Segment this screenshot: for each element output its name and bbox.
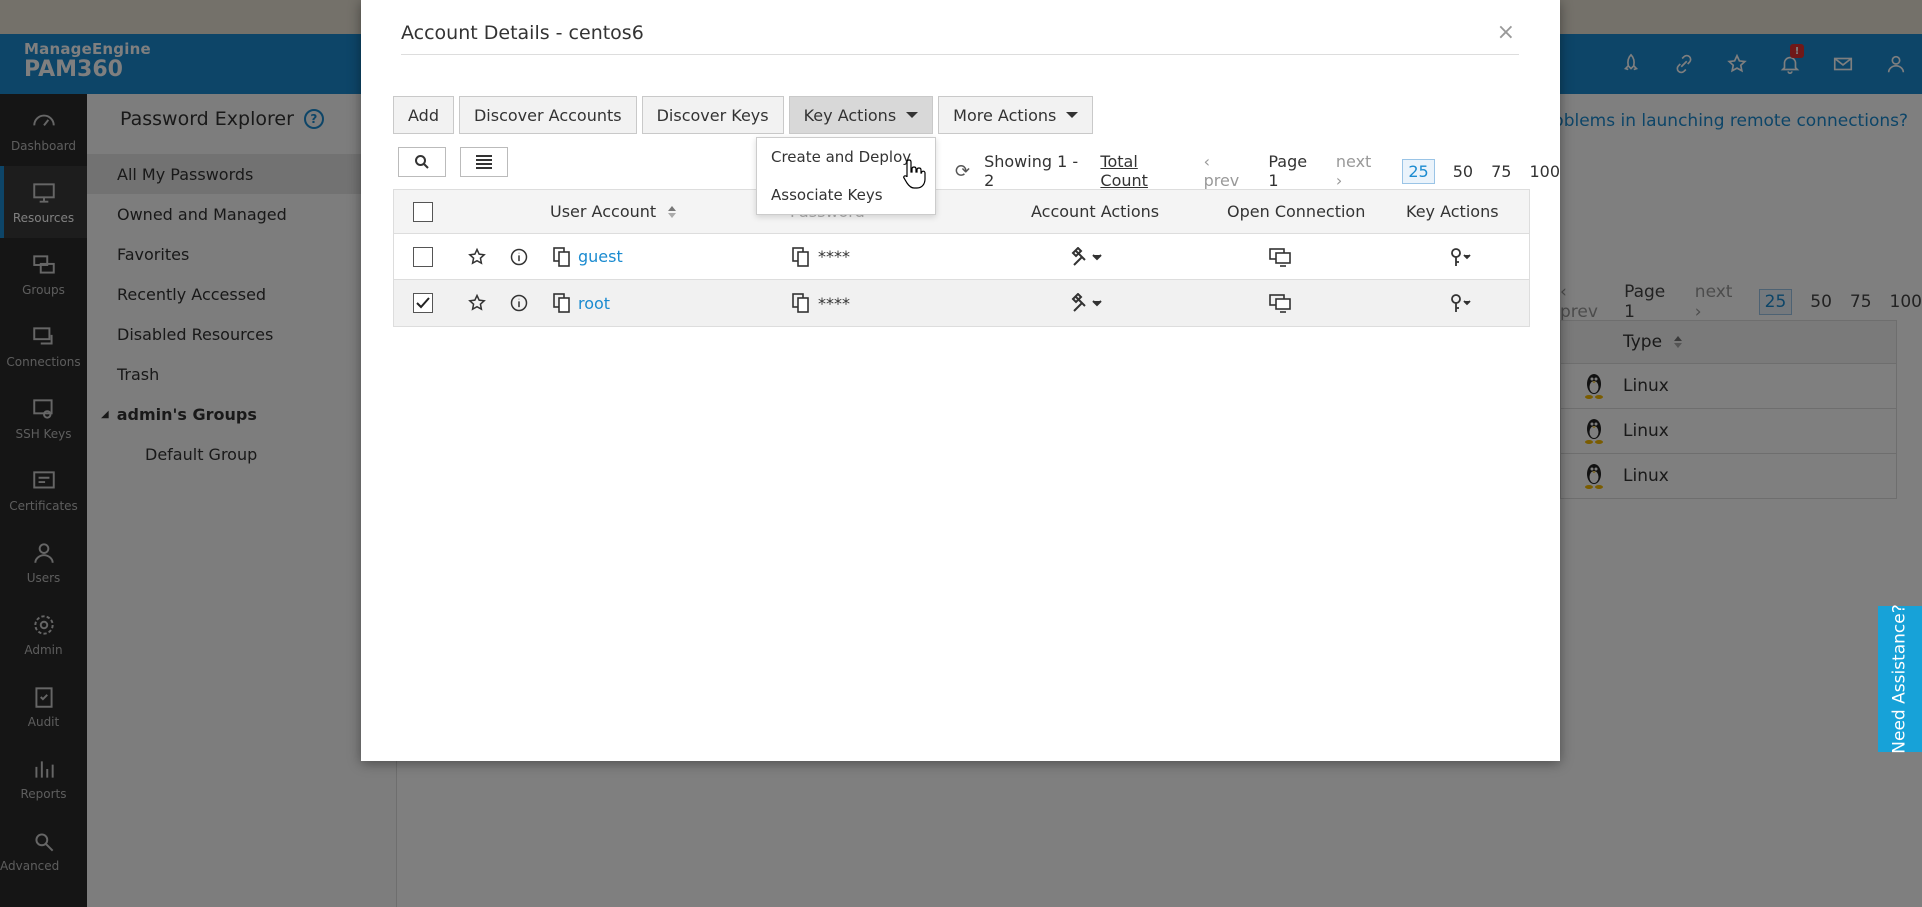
table-row: guest **** xyxy=(394,234,1529,280)
modal-pager: ⟳ Showing 1 - 2 Total Count ‹ prev Page … xyxy=(955,152,1560,190)
account-link-guest[interactable]: guest xyxy=(578,234,623,279)
key-actions-row-icon[interactable] xyxy=(1448,234,1474,279)
select-all-checkbox[interactable] xyxy=(413,201,433,222)
info-icon[interactable] xyxy=(509,280,529,326)
list-icon xyxy=(476,155,492,169)
account-actions-tools-icon[interactable] xyxy=(1071,280,1103,326)
page-size-50[interactable]: 50 xyxy=(1453,162,1473,181)
favorite-star-icon[interactable] xyxy=(467,280,487,326)
key-actions-button[interactable]: Key Actions xyxy=(788,96,934,134)
page-size-75[interactable]: 75 xyxy=(1491,162,1511,181)
need-assistance-label: Need Assistance? xyxy=(1890,604,1911,754)
modal-toolbar: Add Discover Accounts Discover Keys Key … xyxy=(393,96,1094,134)
table-header: User Account Password Account Actions Op… xyxy=(394,190,1529,234)
user-account-header[interactable]: User Account xyxy=(550,190,677,233)
column-chooser-button[interactable] xyxy=(460,147,508,177)
account-actions-tools-icon[interactable] xyxy=(1071,234,1103,279)
search-button[interactable] xyxy=(398,147,446,177)
copy-password-icon[interactable] xyxy=(792,280,810,326)
page-size-100[interactable]: 100 xyxy=(1529,162,1560,181)
discover-accounts-button[interactable]: Discover Accounts xyxy=(458,96,637,134)
next-link[interactable]: next › xyxy=(1336,152,1383,190)
account-link-root[interactable]: root xyxy=(578,280,610,326)
discover-keys-button[interactable]: Discover Keys xyxy=(641,96,784,134)
key-actions-header: Key Actions xyxy=(1406,202,1499,221)
need-assistance-tab[interactable]: Need Assistance? xyxy=(1878,604,1922,754)
masked-password[interactable]: **** xyxy=(818,234,850,279)
account-details-modal: Account Details - centos6 × Add Discover… xyxy=(361,0,1560,761)
table-row: root **** xyxy=(394,280,1529,326)
more-actions-button[interactable]: More Actions xyxy=(938,96,1094,134)
accounts-table: User Account Password Account Actions Op… xyxy=(393,189,1530,327)
copy-icon[interactable] xyxy=(553,280,571,326)
open-connection-header: Open Connection xyxy=(1227,202,1366,221)
checkmark-icon xyxy=(416,297,430,309)
favorite-star-icon[interactable] xyxy=(467,234,487,279)
modal-title: Account Details - centos6 xyxy=(401,22,644,44)
account-actions-header: Account Actions xyxy=(1031,202,1160,221)
key-actions-row-icon[interactable] xyxy=(1448,280,1474,326)
search-icon xyxy=(415,155,429,169)
info-icon[interactable] xyxy=(509,234,529,279)
copy-icon[interactable] xyxy=(553,234,571,279)
open-connection-icon[interactable] xyxy=(1268,234,1294,279)
add-button[interactable]: Add xyxy=(393,96,454,134)
select-all-cell xyxy=(413,190,433,233)
showing-label: Showing 1 - 2 xyxy=(984,152,1079,190)
caret-down-icon xyxy=(1066,112,1079,118)
copy-password-icon[interactable] xyxy=(792,234,810,279)
row-checkbox[interactable] xyxy=(413,246,433,267)
caret-down-icon xyxy=(906,112,919,118)
divider xyxy=(401,54,1519,55)
prev-label: prev xyxy=(1203,171,1240,190)
user-account-header-label: User Account xyxy=(550,202,657,221)
next-label: next xyxy=(1335,152,1372,171)
grid-tools xyxy=(398,147,508,177)
page-label: Page 1 xyxy=(1268,152,1308,190)
sort-icon xyxy=(668,205,677,218)
hand-cursor-icon xyxy=(903,159,926,189)
close-icon[interactable]: × xyxy=(1497,20,1515,45)
masked-password[interactable]: **** xyxy=(818,280,850,326)
row-checkbox[interactable] xyxy=(413,293,433,313)
key-actions-label: Key Actions xyxy=(803,105,897,125)
more-actions-label: More Actions xyxy=(953,105,1057,125)
refresh-icon[interactable]: ⟳ xyxy=(955,161,970,182)
open-connection-icon[interactable] xyxy=(1268,280,1294,326)
prev-link[interactable]: ‹ prev xyxy=(1204,152,1251,190)
total-count-link[interactable]: Total Count xyxy=(1100,152,1189,190)
page-size-25[interactable]: 25 xyxy=(1402,158,1435,184)
